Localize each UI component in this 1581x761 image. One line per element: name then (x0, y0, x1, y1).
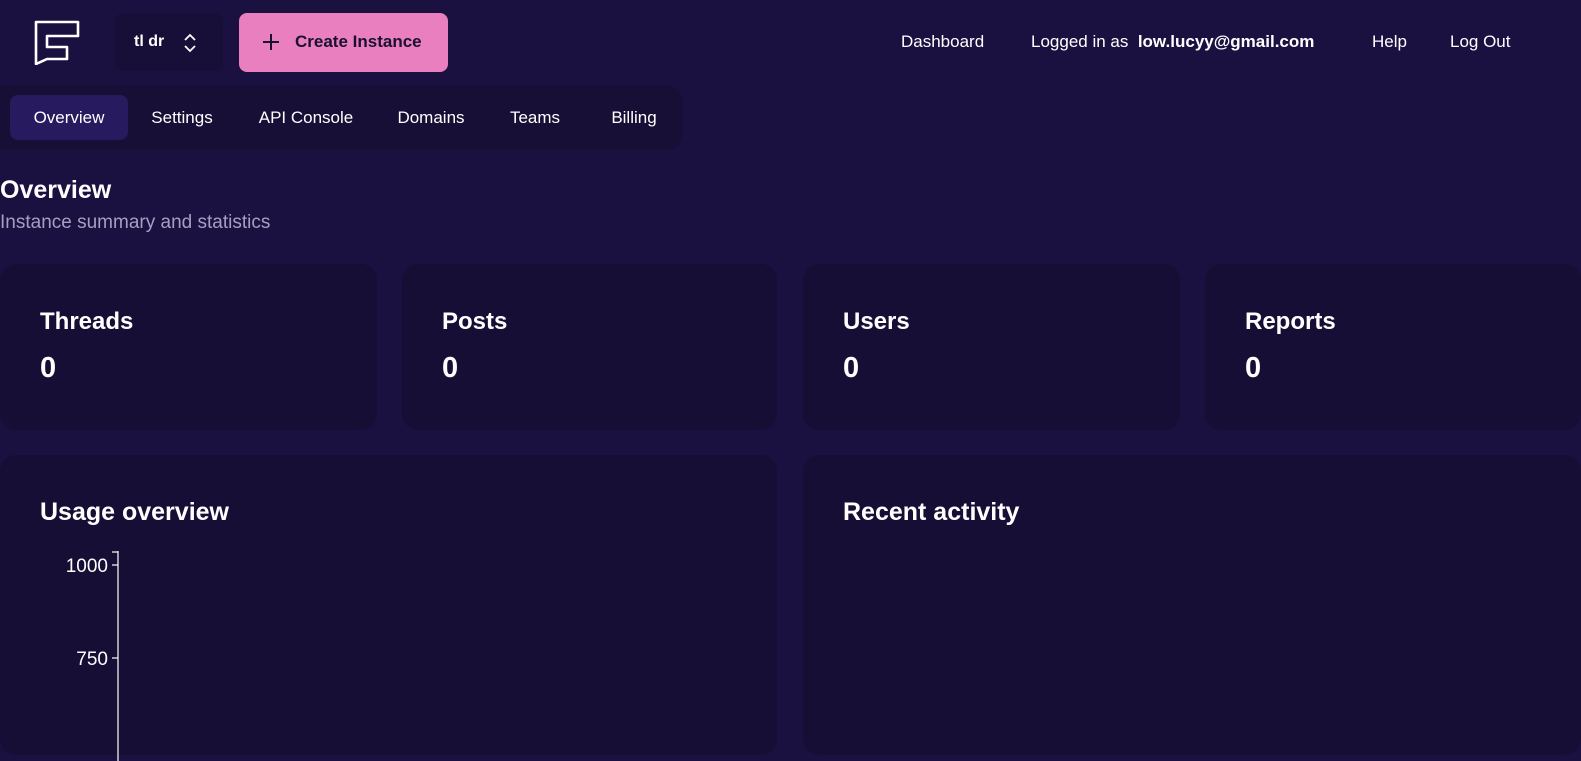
tab-api-console[interactable]: API Console (246, 95, 366, 140)
stat-label: Posts (442, 308, 508, 335)
tab-domains[interactable]: Domains (386, 95, 476, 140)
stat-card-reports: Reports 0 (1205, 264, 1581, 430)
instance-name: tl dr (134, 33, 165, 50)
chevron-up-down-icon (184, 33, 196, 53)
stat-label: Users (843, 308, 910, 335)
stat-card-threads: Threads 0 (0, 264, 377, 430)
y-tick-label: 750 (76, 649, 108, 670)
create-instance-label: Create Instance (295, 32, 422, 51)
tab-billing[interactable]: Billing (592, 95, 676, 140)
tab-teams[interactable]: Teams (497, 95, 573, 140)
stat-value: 0 (1245, 352, 1262, 384)
recent-activity-card: Recent activity (803, 455, 1581, 755)
instance-selector[interactable]: tl dr (115, 13, 223, 71)
usage-overview-title: Usage overview (40, 498, 229, 526)
logged-in-prefix: Logged in as (1031, 32, 1129, 51)
tab-overview[interactable]: Overview (10, 95, 128, 140)
page-title: Overview (0, 176, 112, 204)
usage-overview-card: Usage overview 1000 750 (0, 455, 777, 761)
user-email: low.lucyy@gmail.com (1137, 32, 1315, 51)
dashboard-link[interactable]: Dashboard (901, 32, 984, 52)
create-instance-button[interactable]: Create Instance (239, 13, 448, 72)
stat-value: 0 (40, 352, 57, 384)
y-tick-label: 1000 (66, 556, 108, 577)
instance-tabs: Overview Settings API Console Domains Te… (0, 86, 682, 150)
stat-card-users: Users 0 (803, 264, 1180, 430)
stat-value: 0 (442, 352, 459, 384)
help-link[interactable]: Help (1372, 32, 1407, 52)
stat-card-posts: Posts 0 (402, 264, 777, 430)
usage-chart: 1000 750 (66, 551, 119, 761)
stat-label: Reports (1245, 308, 1336, 335)
tab-settings[interactable]: Settings (136, 95, 228, 140)
logout-link[interactable]: Log Out (1450, 32, 1511, 52)
stat-label: Threads (40, 308, 134, 335)
recent-activity-title: Recent activity (843, 498, 1020, 526)
app-logo-icon[interactable] (33, 19, 81, 65)
stat-value: 0 (843, 352, 860, 384)
plus-icon (263, 34, 279, 50)
logged-in-text: Logged in as low.lucyy@gmail.com (1031, 32, 1314, 52)
page-subtitle: Instance summary and statistics (0, 212, 271, 233)
top-bar: tl dr Create Instance Dashboard Logged i… (0, 0, 1581, 86)
